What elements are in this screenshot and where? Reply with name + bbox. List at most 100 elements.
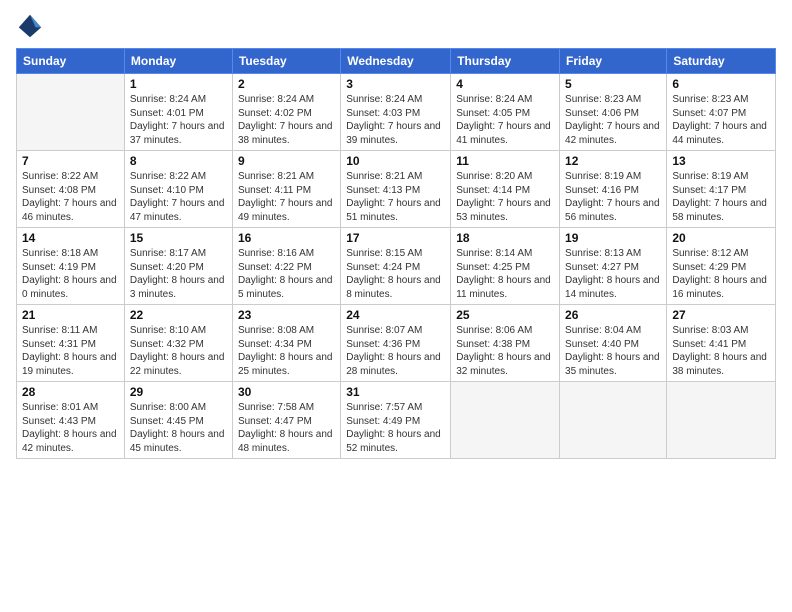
day-number: 10 (346, 154, 445, 168)
day-info: Sunrise: 7:58 AMSunset: 4:47 PMDaylight:… (238, 401, 335, 455)
day-info: Sunrise: 8:07 AMSunset: 4:36 PMDaylight:… (346, 324, 445, 378)
day-number: 18 (456, 231, 554, 245)
day-info: Sunrise: 8:12 AMSunset: 4:29 PMDaylight:… (672, 247, 770, 301)
calendar-cell: 28 Sunrise: 8:01 AMSunset: 4:43 PMDayligh… (17, 382, 125, 459)
calendar-cell: 24 Sunrise: 8:07 AMSunset: 4:36 PMDayligh… (341, 305, 451, 382)
day-info: Sunrise: 8:14 AMSunset: 4:25 PMDaylight:… (456, 247, 554, 301)
day-info: Sunrise: 8:11 AMSunset: 4:31 PMDaylight:… (22, 324, 119, 378)
day-number: 13 (672, 154, 770, 168)
day-number: 24 (346, 308, 445, 322)
header-tuesday: Tuesday (232, 49, 340, 74)
calendar-cell: 7Sunrise: 8:22 AMSunset: 4:08 PMDaylight… (17, 151, 125, 228)
calendar-cell: 6 Sunrise: 8:23 AMSunset: 4:07 PMDaylight… (667, 74, 776, 151)
day-number: 16 (238, 231, 335, 245)
calendar-cell (451, 382, 560, 459)
day-number: 17 (346, 231, 445, 245)
day-info: Sunrise: 8:01 AMSunset: 4:43 PMDaylight:… (22, 401, 119, 455)
day-number: 7 (22, 154, 119, 168)
calendar-cell: 16 Sunrise: 8:16 AMSunset: 4:22 PMDayligh… (232, 228, 340, 305)
day-number: 11 (456, 154, 554, 168)
calendar-cell: 11 Sunrise: 8:20 AMSunset: 4:14 PMDayligh… (451, 151, 560, 228)
day-info: Sunrise: 8:16 AMSunset: 4:22 PMDaylight:… (238, 247, 335, 301)
calendar-cell: 31Sunrise: 7:57 AMSunset: 4:49 PMDayligh… (341, 382, 451, 459)
day-info: Sunrise: 8:24 AMSunset: 4:02 PMDaylight:… (238, 93, 335, 147)
calendar-cell: 13 Sunrise: 8:19 AMSunset: 4:17 PMDayligh… (667, 151, 776, 228)
day-info: Sunrise: 8:20 AMSunset: 4:14 PMDaylight:… (456, 170, 554, 224)
day-number: 23 (238, 308, 335, 322)
day-number: 21 (22, 308, 119, 322)
day-info: Sunrise: 8:17 AMSunset: 4:20 PMDaylight:… (130, 247, 227, 301)
header-saturday: Saturday (667, 49, 776, 74)
day-info: Sunrise: 8:03 AMSunset: 4:41 PMDaylight:… (672, 324, 770, 378)
header-friday: Friday (560, 49, 667, 74)
calendar-cell: 3 Sunrise: 8:24 AMSunset: 4:03 PMDaylight… (341, 74, 451, 151)
day-number: 27 (672, 308, 770, 322)
day-number: 30 (238, 385, 335, 399)
day-info: Sunrise: 8:23 AMSunset: 4:06 PMDaylight:… (565, 93, 661, 147)
day-number: 5 (565, 77, 661, 91)
day-info: Sunrise: 8:13 AMSunset: 4:27 PMDaylight:… (565, 247, 661, 301)
page-container: SundayMondayTuesdayWednesdayThursdayFrid… (0, 0, 792, 612)
header-sunday: Sunday (17, 49, 125, 74)
calendar-cell: 15 Sunrise: 8:17 AMSunset: 4:20 PMDayligh… (124, 228, 232, 305)
logo (16, 12, 46, 40)
day-info: Sunrise: 8:24 AMSunset: 4:03 PMDaylight:… (346, 93, 445, 147)
calendar-cell: 29Sunrise: 8:00 AMSunset: 4:45 PMDayligh… (124, 382, 232, 459)
day-number: 15 (130, 231, 227, 245)
calendar-week-row: 14 Sunrise: 8:18 AMSunset: 4:19 PMDayligh… (17, 228, 776, 305)
calendar-cell: 17 Sunrise: 8:15 AMSunset: 4:24 PMDayligh… (341, 228, 451, 305)
calendar-cell: 22Sunrise: 8:10 AMSunset: 4:32 PMDayligh… (124, 305, 232, 382)
header-monday: Monday (124, 49, 232, 74)
day-info: Sunrise: 8:04 AMSunset: 4:40 PMDaylight:… (565, 324, 661, 378)
calendar-cell: 26 Sunrise: 8:04 AMSunset: 4:40 PMDayligh… (560, 305, 667, 382)
calendar-cell: 9Sunrise: 8:21 AMSunset: 4:11 PMDaylight… (232, 151, 340, 228)
day-info: Sunrise: 8:18 AMSunset: 4:19 PMDaylight:… (22, 247, 119, 301)
calendar-cell: 8Sunrise: 8:22 AMSunset: 4:10 PMDaylight… (124, 151, 232, 228)
day-info: Sunrise: 8:19 AMSunset: 4:16 PMDaylight:… (565, 170, 661, 224)
calendar-cell: 27 Sunrise: 8:03 AMSunset: 4:41 PMDayligh… (667, 305, 776, 382)
calendar-cell (17, 74, 125, 151)
calendar-cell (667, 382, 776, 459)
logo-icon (16, 12, 44, 40)
calendar-cell (560, 382, 667, 459)
calendar-week-row: 1Sunrise: 8:24 AMSunset: 4:01 PMDaylight… (17, 74, 776, 151)
day-number: 9 (238, 154, 335, 168)
day-number: 12 (565, 154, 661, 168)
calendar-cell: 12 Sunrise: 8:19 AMSunset: 4:16 PMDayligh… (560, 151, 667, 228)
calendar-cell: 25 Sunrise: 8:06 AMSunset: 4:38 PMDayligh… (451, 305, 560, 382)
calendar-cell: 14 Sunrise: 8:18 AMSunset: 4:19 PMDayligh… (17, 228, 125, 305)
day-number: 1 (130, 77, 227, 91)
day-number: 2 (238, 77, 335, 91)
day-number: 6 (672, 77, 770, 91)
calendar-cell: 30 Sunrise: 7:58 AMSunset: 4:47 PMDayligh… (232, 382, 340, 459)
day-number: 20 (672, 231, 770, 245)
calendar-cell: 20 Sunrise: 8:12 AMSunset: 4:29 PMDayligh… (667, 228, 776, 305)
day-number: 14 (22, 231, 119, 245)
calendar-cell: 19Sunrise: 8:13 AMSunset: 4:27 PMDayligh… (560, 228, 667, 305)
day-info: Sunrise: 8:19 AMSunset: 4:17 PMDaylight:… (672, 170, 770, 224)
header-thursday: Thursday (451, 49, 560, 74)
day-number: 26 (565, 308, 661, 322)
day-number: 28 (22, 385, 119, 399)
header (16, 12, 776, 40)
calendar-week-row: 7Sunrise: 8:22 AMSunset: 4:08 PMDaylight… (17, 151, 776, 228)
day-number: 31 (346, 385, 445, 399)
calendar-table: SundayMondayTuesdayWednesdayThursdayFrid… (16, 48, 776, 459)
day-info: Sunrise: 8:15 AMSunset: 4:24 PMDaylight:… (346, 247, 445, 301)
day-info: Sunrise: 8:06 AMSunset: 4:38 PMDaylight:… (456, 324, 554, 378)
day-number: 25 (456, 308, 554, 322)
calendar-header-row: SundayMondayTuesdayWednesdayThursdayFrid… (17, 49, 776, 74)
day-info: Sunrise: 8:08 AMSunset: 4:34 PMDaylight:… (238, 324, 335, 378)
header-wednesday: Wednesday (341, 49, 451, 74)
day-info: Sunrise: 8:23 AMSunset: 4:07 PMDaylight:… (672, 93, 770, 147)
calendar-cell: 10Sunrise: 8:21 AMSunset: 4:13 PMDayligh… (341, 151, 451, 228)
day-number: 22 (130, 308, 227, 322)
calendar-cell: 5 Sunrise: 8:23 AMSunset: 4:06 PMDaylight… (560, 74, 667, 151)
calendar-week-row: 28 Sunrise: 8:01 AMSunset: 4:43 PMDayligh… (17, 382, 776, 459)
calendar-cell: 4Sunrise: 8:24 AMSunset: 4:05 PMDaylight… (451, 74, 560, 151)
calendar-cell: 1Sunrise: 8:24 AMSunset: 4:01 PMDaylight… (124, 74, 232, 151)
calendar-cell: 18 Sunrise: 8:14 AMSunset: 4:25 PMDayligh… (451, 228, 560, 305)
day-number: 3 (346, 77, 445, 91)
calendar-cell: 2 Sunrise: 8:24 AMSunset: 4:02 PMDaylight… (232, 74, 340, 151)
day-number: 4 (456, 77, 554, 91)
